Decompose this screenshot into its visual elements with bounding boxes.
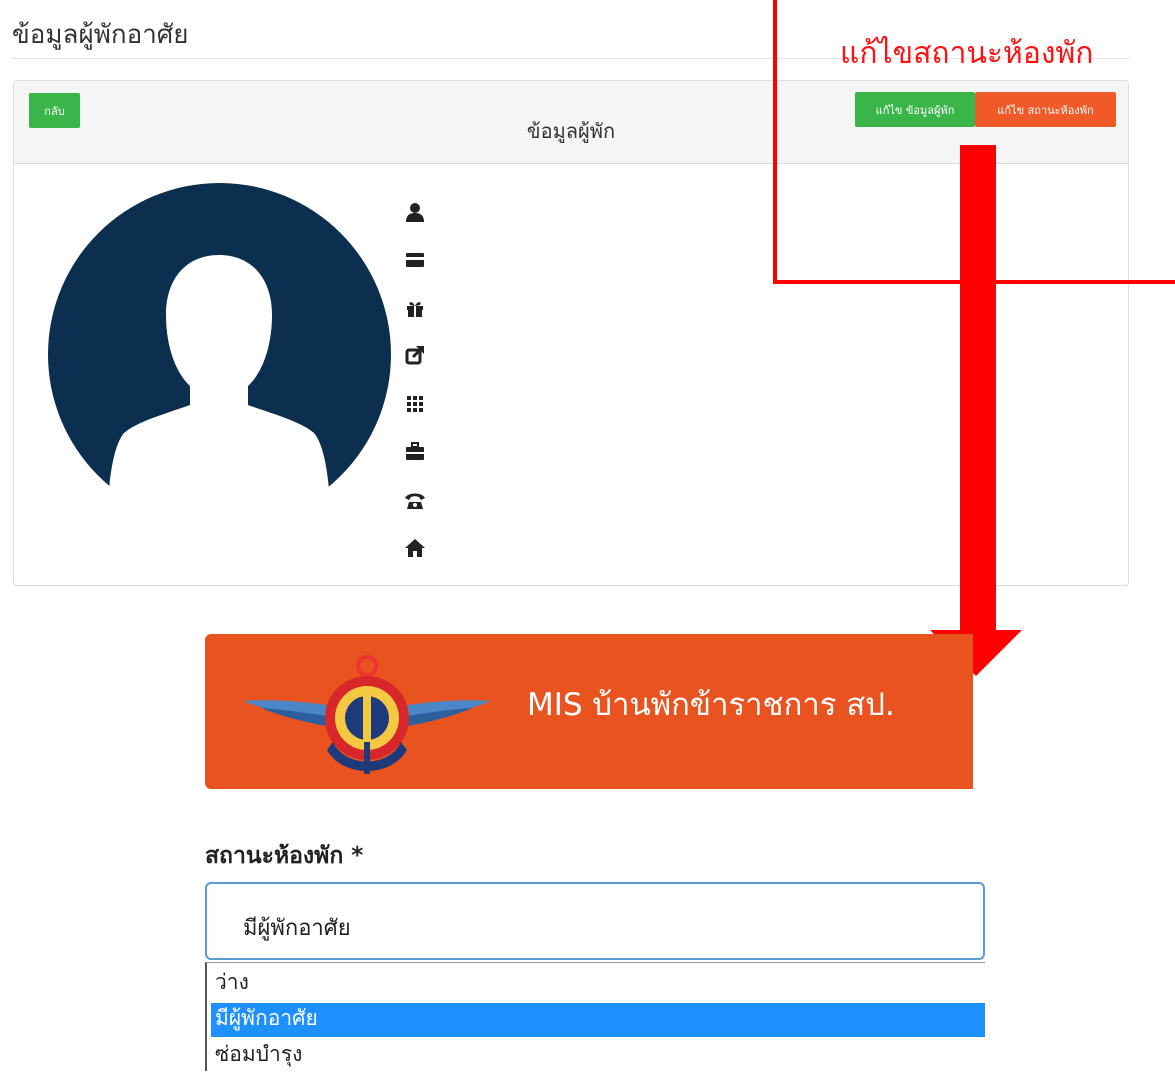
share-icon [404,344,426,366]
annotation-label: แก้ไขสถานะห้องพัก [840,36,1094,71]
home-icon [404,537,426,559]
status-option-maintenance[interactable]: ซ่อมบำรุง [211,1039,985,1073]
room-status-dropdown[interactable]: ว่าง มีผู้พักอาศัย ซ่อมบำรุง [205,962,985,1071]
room-status-label: สถานะห้องพัก * [205,843,364,869]
app-banner: MIS บ้านพักข้าราชการ สป. [205,634,973,789]
page-title: ข้อมูลผู้พักอาศัย [12,20,189,50]
room-status-select[interactable]: มีผู้พักอาศัย [205,882,985,960]
gift-icon [404,297,426,319]
phone-icon [404,489,426,511]
card-icon [404,249,426,271]
banner-title: MIS บ้านพักข้าราชการ สป. [527,687,895,723]
room-status-selected-value: มีผู้พักอาศัย [243,916,351,941]
annotation-arrow-shaft [960,145,996,637]
user-icon [404,201,426,223]
status-option-vacant[interactable]: ว่าง [211,967,985,1001]
briefcase-icon [404,440,426,462]
avatar [48,183,391,526]
status-option-occupied[interactable]: มีผู้พักอาศัย [211,1003,985,1037]
grid-icon [404,393,426,415]
emblem-logo [243,655,491,774]
